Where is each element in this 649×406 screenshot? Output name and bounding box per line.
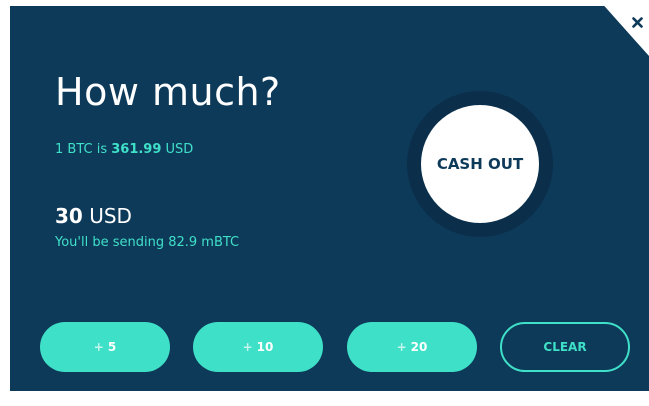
plus-icon: + [242,340,253,354]
page-title: How much? [55,70,281,114]
plus-icon: + [93,340,104,354]
sending-info: You'll be sending 82.9 mBTC [55,235,240,250]
add-5-label: 5 [107,340,117,354]
close-button[interactable] [629,14,645,30]
add-10-label: 10 [256,340,274,354]
rate-value: 361.99 [111,142,162,157]
add-20-button[interactable]: + 20 [347,322,477,372]
amount-value: 30 [55,204,83,228]
clear-button[interactable]: CLEAR [500,322,630,372]
close-icon [631,16,643,28]
exchange-rate: 1 BTC is 361.99 USD [55,142,193,157]
add-5-button[interactable]: + 5 [40,322,170,372]
cash-out-button[interactable]: CASH OUT [421,105,539,223]
cash-out-screen: How much? 1 BTC is 361.99 USD 30 USD You… [0,0,649,406]
rate-suffix: USD [161,142,194,157]
amount-unit: USD [82,204,132,228]
add-10-button[interactable]: + 10 [193,322,323,372]
plus-icon: + [396,340,407,354]
rate-prefix: 1 BTC is [55,142,112,157]
selected-amount: 30 USD [55,204,132,228]
add-20-label: 20 [410,340,428,354]
